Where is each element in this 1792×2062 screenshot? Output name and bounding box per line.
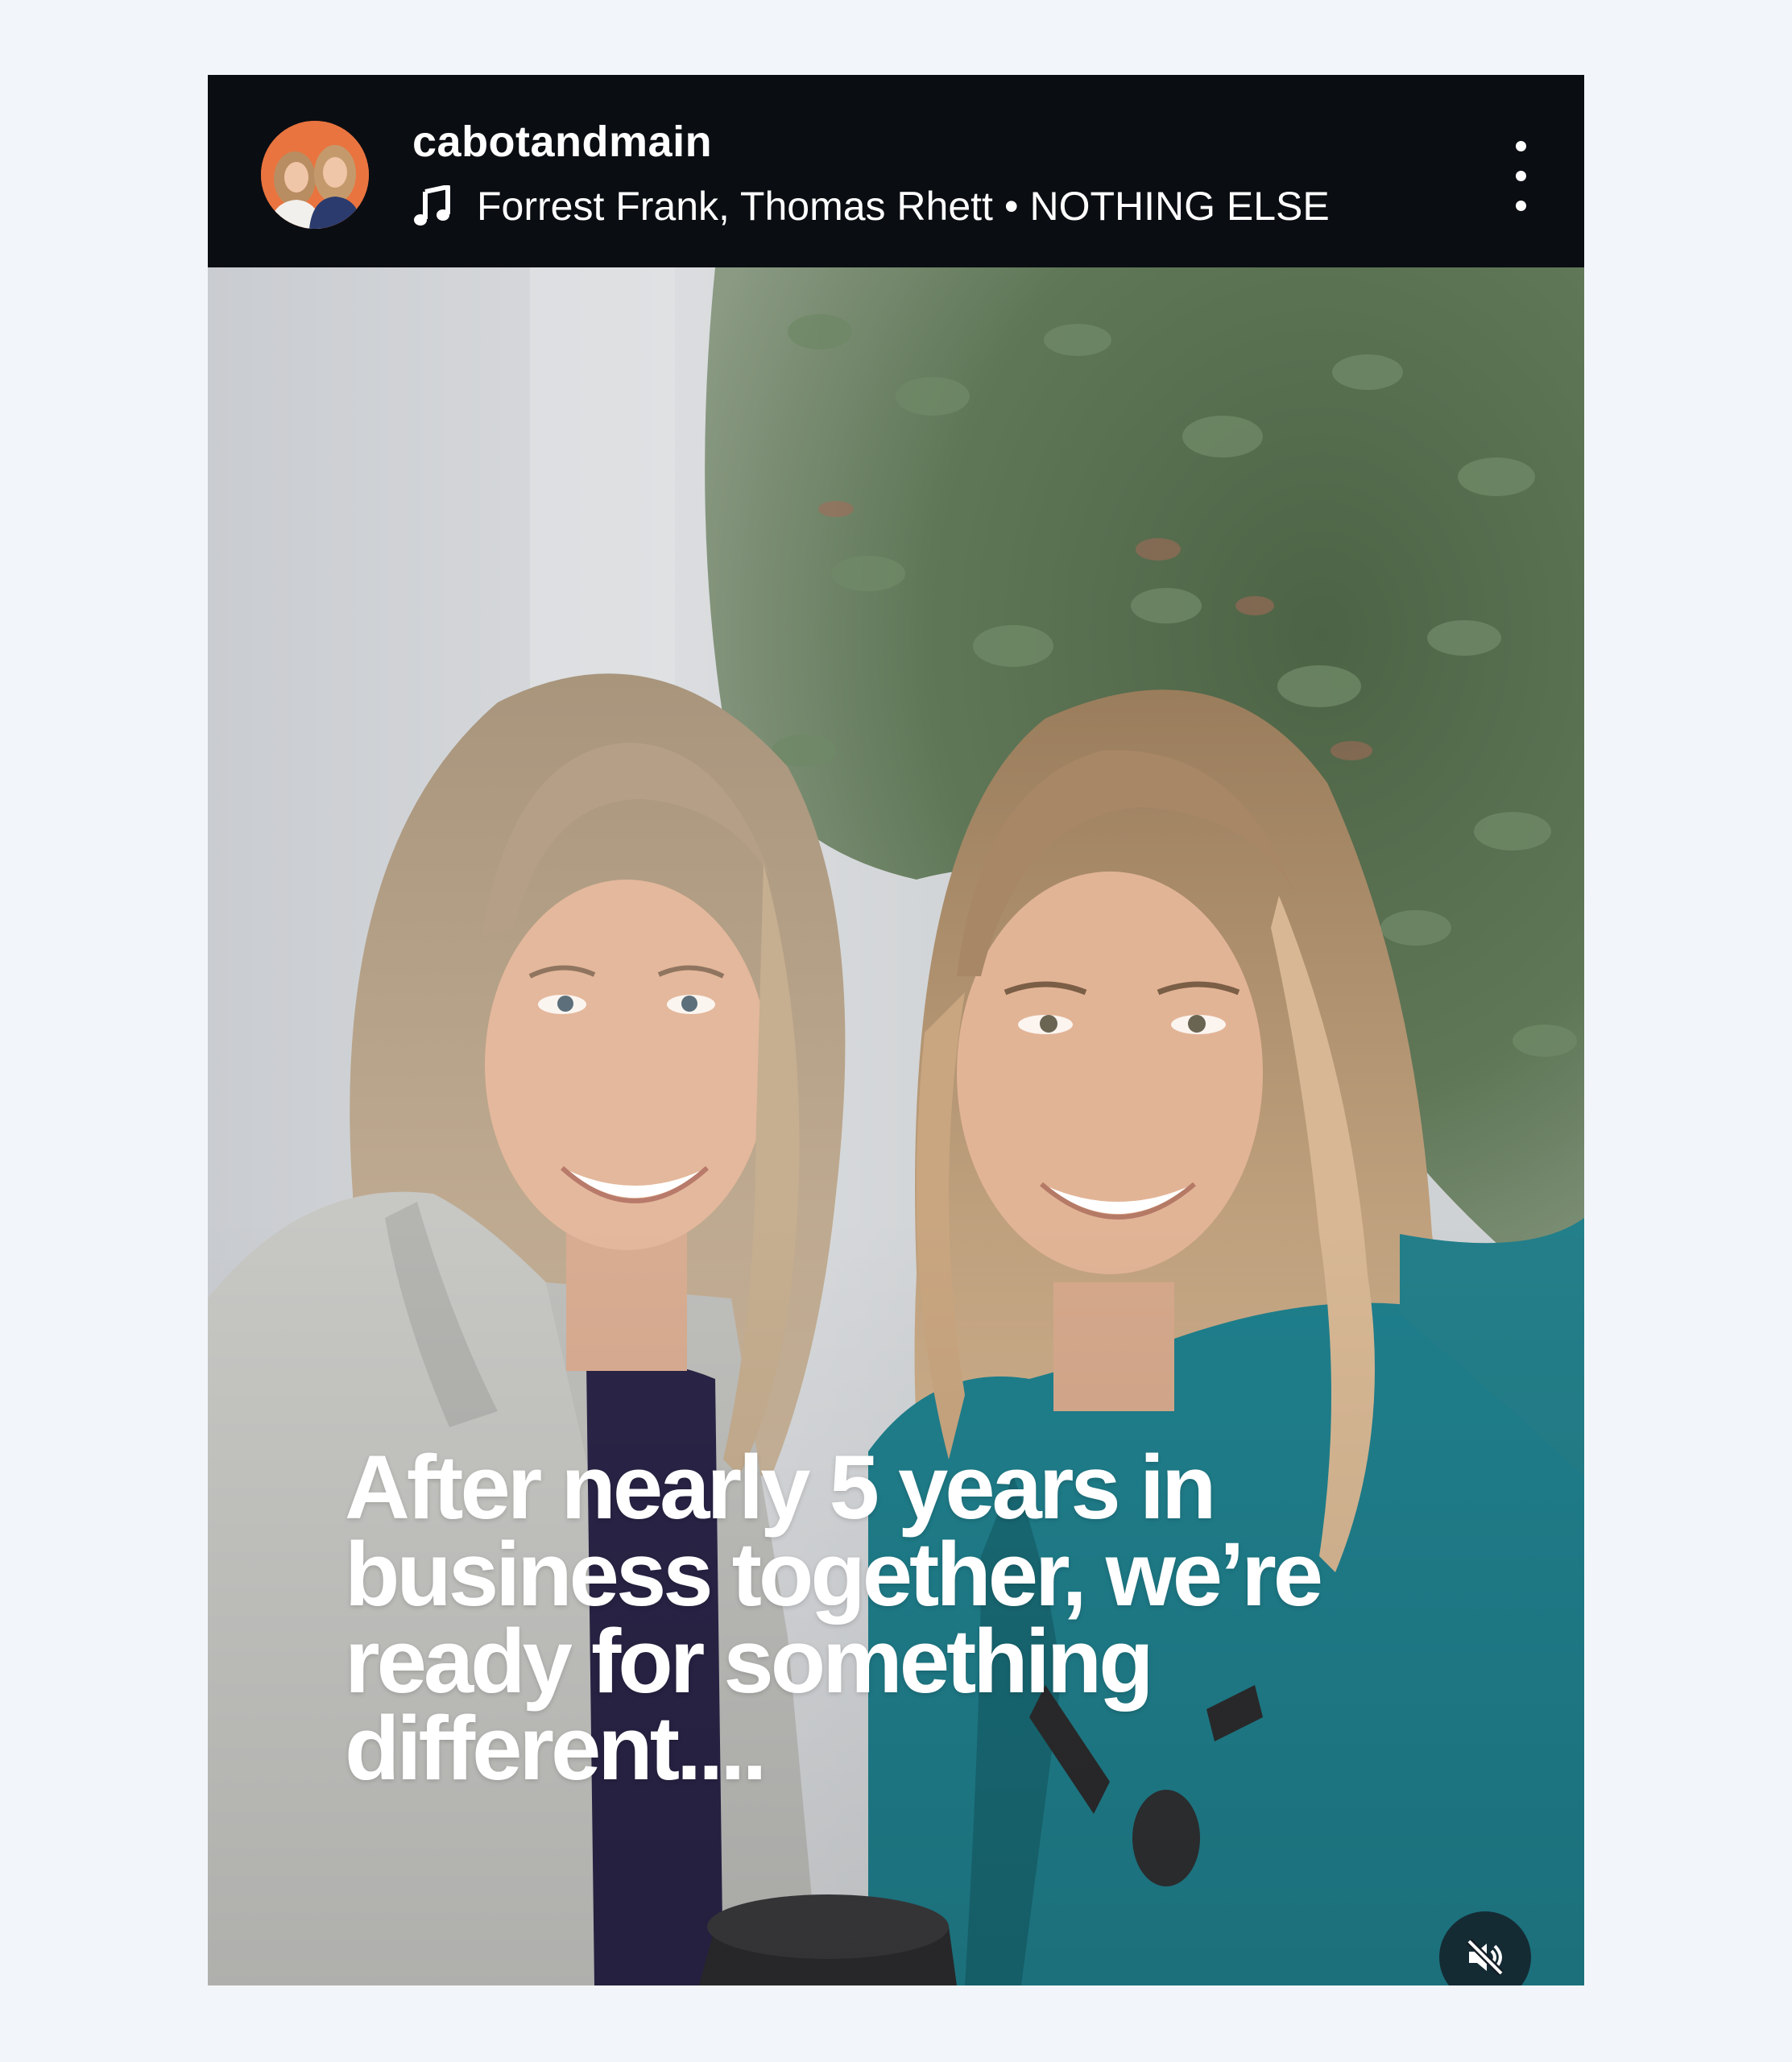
more-options-button[interactable] (1496, 141, 1545, 213)
audio-artists: Forrest Frank, Thomas Rhett (477, 184, 993, 229)
audio-track[interactable]: Forrest Frank, Thomas Rhett • NOTHING EL… (412, 183, 1330, 230)
music-note-icon (414, 185, 450, 226)
username[interactable]: cabotandmain (412, 117, 712, 167)
audio-track-name: NOTHING ELSE (1029, 184, 1330, 229)
profile-avatar[interactable] (261, 121, 369, 229)
audio-separator: • (1004, 184, 1019, 229)
more-options-icon (1516, 141, 1526, 151)
speaker-muted-icon (1466, 1938, 1504, 1977)
post-caption-overlay: After nearly 5 years in business togethe… (345, 1437, 1323, 1799)
post-header: cabotandmain Forrest Frank, Thomas Rhett… (208, 75, 1584, 267)
post-media[interactable]: After nearly 5 years in business togethe… (208, 267, 1584, 1985)
reel-post: cabotandmain Forrest Frank, Thomas Rhett… (208, 75, 1584, 1985)
